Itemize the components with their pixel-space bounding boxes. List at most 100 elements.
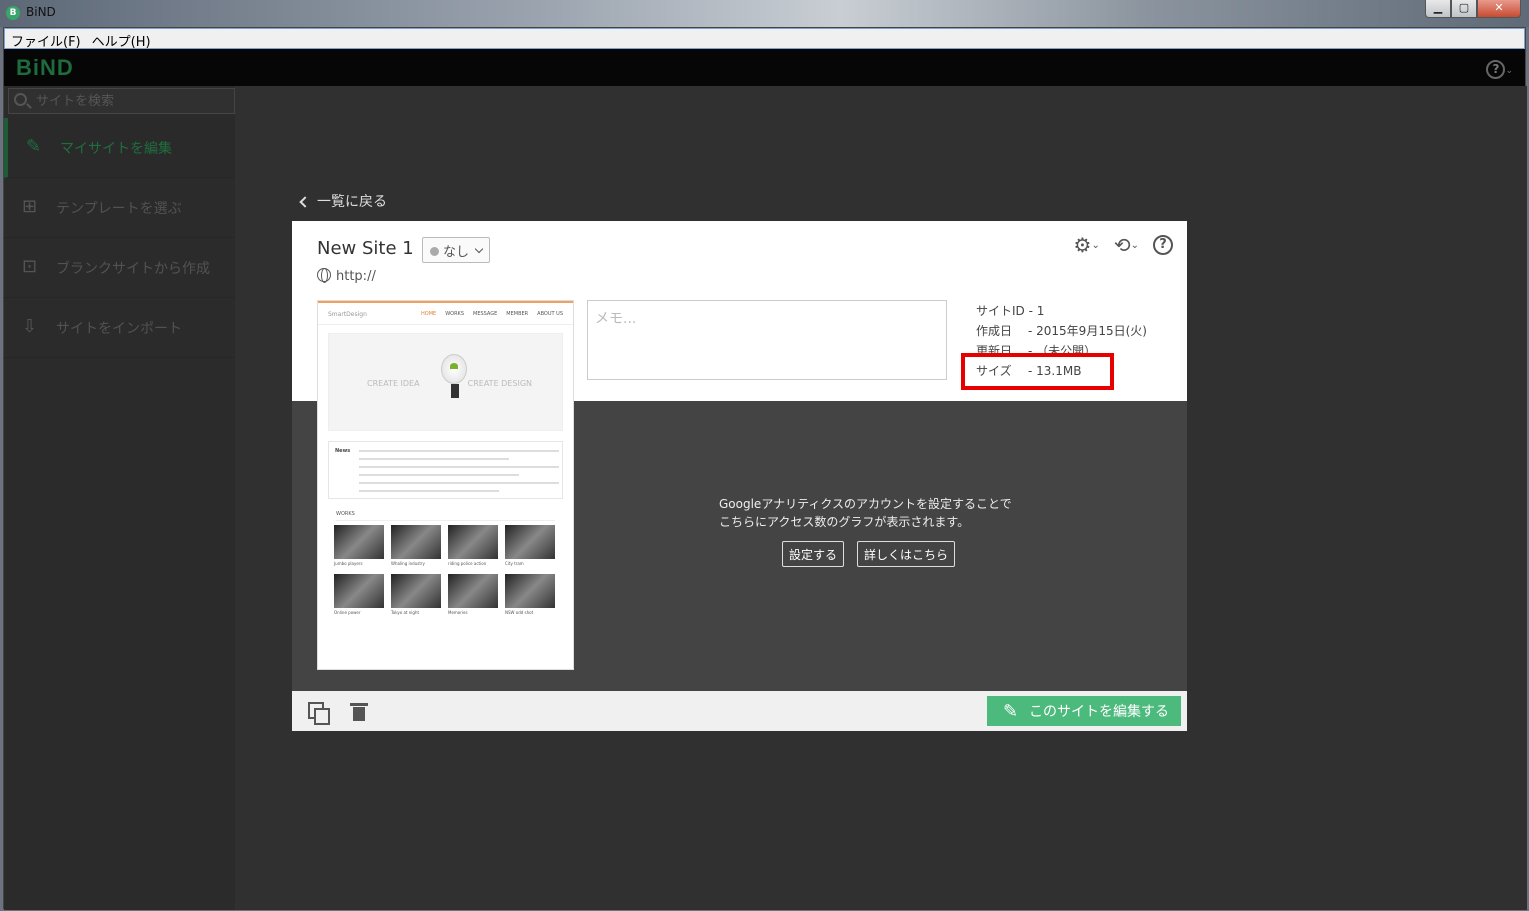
thumb-work-title: Tokyo at night: [391, 610, 420, 615]
window-title: BiND: [26, 5, 56, 19]
site-url: http://: [317, 268, 376, 284]
search-input[interactable]: [36, 92, 226, 110]
trash-icon[interactable]: [350, 703, 368, 721]
created-row: 作成日 - 2015年9月15日(火): [976, 321, 1147, 341]
thumb-work: Tokyo at night: [391, 574, 441, 616]
help-icon[interactable]: ?: [1153, 235, 1173, 255]
pencil-icon: ✎: [1003, 701, 1019, 722]
sidebar-item-label: サイトをインポート: [56, 321, 182, 337]
thumb-work: riding police action: [448, 525, 498, 567]
thumb-nav-item: WORKS: [445, 311, 465, 317]
back-to-list-link[interactable]: 一覧に戻る: [297, 191, 387, 211]
thumb-work: Jumbo players: [334, 525, 384, 567]
thumb-work-image: [391, 574, 441, 608]
thumb-work-image: [391, 525, 441, 559]
sidebar-item-label: テンプレートを選ぶ: [56, 201, 182, 217]
site-name: New Site 1: [317, 238, 414, 259]
trash-body: [353, 707, 365, 721]
site-id-row: サイトID - 1: [976, 301, 1147, 321]
site-id-label: サイトID: [976, 304, 1025, 318]
site-url-text: http://: [336, 269, 376, 284]
thumb-nav-item: HOME: [421, 311, 437, 317]
thumb-work-image: [334, 525, 384, 559]
thumb-work-title: Online power: [334, 610, 361, 615]
thumb-work-image: [505, 574, 555, 608]
thumb-news-line: [359, 490, 499, 492]
thumb-news-line: [359, 482, 559, 484]
thumb-work-title: NSW odd shot: [505, 610, 534, 615]
back-label: 一覧に戻る: [317, 194, 387, 210]
thumb-news-line: [359, 458, 509, 460]
import-icon: ⇩: [22, 316, 38, 337]
site-tools: ⚙⌄ ⟲⌄ ?: [1074, 233, 1173, 257]
thumb-works-grid: Jumbo players Whaling industry riding po…: [334, 525, 573, 616]
sidebar-item-label: ブランクサイトから作成: [56, 261, 210, 277]
sidebar: ✎ マイサイトを編集 ⊞ テンプレートを選ぶ ⊡ ブランクサイトから作成 ⇩ サ…: [4, 86, 235, 910]
help-icon[interactable]: ?: [1486, 60, 1506, 79]
site-thumbnail[interactable]: SmartDesign HOME WORKS MESSAGE MEMBER AB…: [317, 300, 574, 670]
thumb-news: News: [328, 441, 563, 499]
thumb-news-label: News: [335, 448, 351, 454]
thumb-nav-item: ABOUT US: [537, 311, 563, 317]
thumb-work-title: Whaling industry: [391, 561, 425, 566]
thumb-work: City tram: [505, 525, 555, 567]
thumb-work-title: riding police action: [448, 561, 487, 566]
status-dot-icon: [430, 247, 439, 256]
thumb-work: Whaling industry: [391, 525, 441, 567]
app-header: BiND ? ⌄: [4, 49, 1525, 86]
menu-bar: ファイル(F) ヘルプ(H): [4, 28, 1525, 50]
thumb-work-image: [505, 525, 555, 559]
window-titlebar: B BiND ▁ ▢ ✕: [0, 0, 1529, 27]
minimize-button[interactable]: ▁: [1425, 0, 1451, 18]
edit-site-button[interactable]: ✎ このサイトを編集する: [987, 696, 1181, 726]
thumb-work: NSW odd shot: [505, 574, 555, 616]
thumb-nav-item: MESSAGE: [473, 311, 498, 317]
sidebar-item-choose-template[interactable]: ⊞ テンプレートを選ぶ: [4, 178, 235, 238]
header-help[interactable]: ? ⌄: [1486, 58, 1513, 79]
site-id-value: - 1: [1028, 304, 1045, 318]
globe-icon: [317, 268, 331, 283]
app-icon: B: [6, 6, 20, 20]
edit-site-label: このサイトを編集する: [1029, 704, 1169, 720]
thumb-nav-item: MEMBER: [506, 311, 529, 317]
analytics-setup-button[interactable]: 設定する: [782, 541, 845, 567]
size-highlight-box: [961, 353, 1114, 390]
thumb-news-line: [359, 474, 519, 476]
settings-menu[interactable]: ⚙⌄: [1074, 233, 1100, 257]
chevron-down-icon: ⌄: [1130, 240, 1139, 251]
thumb-nav: SmartDesign HOME WORKS MESSAGE MEMBER AB…: [318, 301, 573, 325]
lightbulb-icon: [441, 354, 467, 398]
analytics-details-button[interactable]: 詳しくはこちら: [857, 541, 956, 567]
chevron-down-icon: [474, 244, 484, 254]
template-add-icon: ⊞: [22, 196, 38, 217]
thumb-work-title: Jumbo players: [334, 561, 363, 566]
memo-field[interactable]: [587, 300, 947, 380]
menu-file[interactable]: ファイル(F): [5, 29, 86, 50]
gear-icon: ⚙: [1073, 233, 1092, 257]
close-button[interactable]: ✕: [1477, 0, 1521, 18]
menu-help[interactable]: ヘルプ(H): [86, 29, 156, 50]
thumb-news-line: [359, 450, 559, 452]
created-value: - 2015年9月15日(火): [1028, 324, 1147, 338]
thumb-work-image: [334, 574, 384, 608]
thumb-brand: SmartDesign: [328, 311, 367, 318]
thumb-hero-left: CREATE IDEA: [367, 379, 420, 388]
sidebar-item-import-site[interactable]: ⇩ サイトをインポート: [4, 298, 235, 358]
analytics-line-1: Googleアナリティクスのアカウントを設定することで: [719, 497, 1012, 511]
thumb-work-image: [448, 574, 498, 608]
analytics-line-2: こちらにアクセス数のグラフが表示されます。: [719, 515, 970, 529]
chevron-down-icon: ⌄: [1091, 240, 1100, 251]
thumb-works-label: WORKS: [336, 511, 555, 521]
history-menu[interactable]: ⟲⌄: [1114, 233, 1139, 257]
chevron-down-icon: ⌄: [1505, 66, 1513, 76]
sidebar-item-blank-site[interactable]: ⊡ ブランクサイトから作成: [4, 238, 235, 298]
blank-add-icon: ⊡: [22, 256, 38, 277]
thumb-work-image: [448, 525, 498, 559]
analytics-message: Googleアナリティクスのアカウントを設定することで こちらにアクセス数のグラ…: [719, 495, 1012, 531]
sidebar-item-edit-my-site[interactable]: ✎ マイサイトを編集: [4, 118, 235, 178]
status-select[interactable]: なし: [422, 237, 490, 263]
history-icon: ⟲: [1113, 233, 1131, 257]
thumb-news-line: [359, 466, 559, 468]
maximize-button[interactable]: ▢: [1451, 0, 1477, 18]
duplicate-icon[interactable]: [308, 702, 330, 725]
